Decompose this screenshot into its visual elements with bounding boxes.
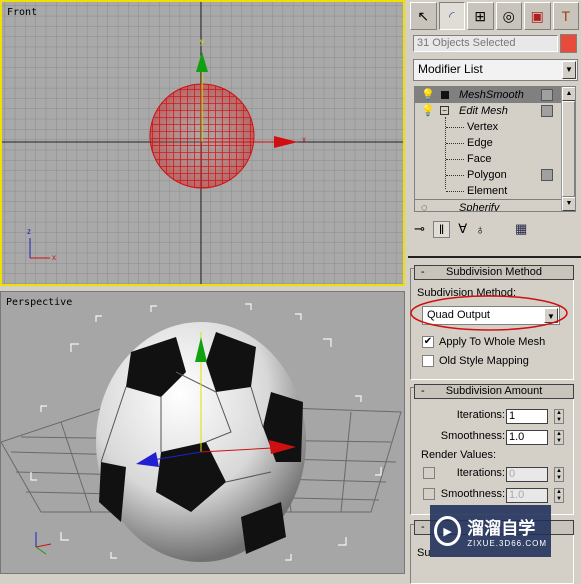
watermark: ▶ 溜溜自学 ZIXUE.3D66.COM [430,505,551,557]
old-style-mapping-label: Old Style Mapping [439,355,529,367]
render-smoothness-label: Smoothness: [440,488,505,500]
object-color-swatch[interactable] [560,34,577,53]
display-icon: ▣ [530,7,544,24]
expand-icon[interactable] [441,91,449,99]
subdivision-amount-header[interactable]: - Subdivision Amount [414,384,574,399]
stack-item-toggle[interactable] [541,105,553,117]
subdivision-method-header[interactable]: - Subdivision Method [414,265,574,280]
smoothness-input[interactable]: 1.0 [506,430,548,445]
apply-to-whole-mesh-checkbox[interactable]: ✔ [422,336,434,348]
divider [408,256,581,258]
rollout-title: Subdivision Amount [445,385,543,397]
subobject-edge[interactable]: Edge [415,135,561,151]
lightbulb-icon[interactable]: ◌ [421,200,428,211]
front-viewport[interactable]: x y x z Front [0,0,405,286]
stack-item-label: MeshSmooth [459,89,524,101]
subobject-face[interactable]: Face [415,151,561,167]
show-end-result-icon[interactable]: ‖ [432,220,451,238]
play-logo-icon: ▶ [434,516,462,546]
stack-item-label: Polygon [467,169,507,181]
modify-icon: ◜ [449,7,455,24]
render-smoothness-spinner[interactable]: ▲ ▼ [554,488,564,503]
smoothness-label: Smoothness: [440,430,505,442]
subobject-polygon[interactable]: Polygon [415,167,561,183]
create-icon: ↖ [417,7,430,24]
hammer-icon: T [561,8,571,24]
svg-text:z: z [27,227,31,236]
make-unique-icon[interactable]: ∀ [458,221,467,237]
lightbulb-icon[interactable]: 💡 [421,87,435,103]
stack-item-toggle[interactable] [541,89,553,101]
render-smoothness-checkbox[interactable] [423,488,435,500]
svg-text:x: x [52,253,56,262]
stack-toolbar: ⊸ ‖ ∀ ♁ ▦ [414,218,574,240]
highlight-ellipse [410,295,568,331]
chevron-down-icon: ▼ [562,61,576,79]
configure-modifier-sets-icon[interactable]: ▦ [515,221,527,237]
viewport-label[interactable]: Perspective [6,297,72,308]
iterations-input[interactable]: 1 [506,409,548,424]
motion-tab[interactable]: ◎ [495,2,522,30]
collapse-icon: - [421,385,425,397]
modify-tab[interactable]: ◜ [438,2,465,30]
stack-item-label: Edit Mesh [459,105,508,117]
stack-item-label: Face [467,153,492,165]
old-style-mapping-checkbox[interactable] [422,355,434,367]
gizmo-x-label: x [302,135,306,144]
stack-scrollbar[interactable]: ▲ ▼ [561,87,575,211]
subobject-vertex[interactable]: Vertex [415,119,561,135]
gizmo-y-label: y [200,37,204,46]
collapse-icon: - [421,521,425,533]
command-panel-tabs: ↖ ◜ ⊞ ◎ ▣ T [408,0,581,32]
viewport-label[interactable]: Front [7,7,37,18]
utilities-tab[interactable]: T [552,2,579,30]
render-iterations-spinner[interactable]: ▲ ▼ [554,467,564,482]
stack-item-toggle[interactable] [541,169,553,181]
stack-item-label: Spherify [459,202,500,212]
collapse-icon[interactable]: − [440,106,449,115]
iterations-spinner[interactable]: ▲ ▼ [554,409,564,424]
pin-stack-icon[interactable]: ⊸ [414,221,425,237]
watermark-name: 溜溜自学 [467,519,536,538]
stack-item-meshsmooth[interactable]: 💡 MeshSmooth [415,87,561,103]
render-iterations-checkbox[interactable] [423,467,435,479]
create-tab[interactable]: ↖ [410,2,437,30]
stack-item-label: Element [467,185,508,197]
stack-item-label: Edge [467,137,493,149]
front-grid: x y x z [2,2,403,284]
command-panel: ↖ ◜ ⊞ ◎ ▣ T 31 Objects Selected Modifier… [408,0,581,584]
apply-to-whole-mesh-label: Apply To Whole Mesh [439,336,546,348]
render-iterations-label: Iterations: [456,467,505,479]
stack-item-spherify[interactable]: ◌ Spherify [415,199,561,212]
smoothness-spinner[interactable]: ▲ ▼ [554,430,564,445]
perspective-scene [1,303,402,562]
hierarchy-tab[interactable]: ⊞ [467,2,494,30]
lightbulb-icon[interactable]: 💡 [421,103,435,119]
iterations-label: Iterations: [456,409,505,421]
hierarchy-icon: ⊞ [474,7,487,24]
axis-tripod [35,532,52,555]
render-values-label: Render Values: [421,449,497,461]
collapse-icon: - [421,266,425,278]
scroll-up-icon[interactable]: ▲ [562,87,575,101]
perspective-viewport[interactable]: Perspective [0,291,405,574]
partial-label: Su [417,547,431,559]
modifier-stack[interactable]: 💡 MeshSmooth 💡 − Edit Mesh Vertex Edge Face… [414,86,576,212]
scroll-thumb[interactable] [562,101,575,197]
render-iterations-input[interactable]: 0 [506,467,548,482]
stack-item-label: Vertex [467,121,499,133]
motion-icon: ◎ [502,7,515,24]
selection-name-field[interactable]: 31 Objects Selected [413,35,558,52]
scroll-down-icon[interactable]: ▼ [562,197,575,211]
render-smoothness-input[interactable]: 1.0 [506,488,548,503]
rollout-title: Subdivision Method [445,266,542,278]
stack-item-edit-mesh[interactable]: 💡 − Edit Mesh [415,103,561,119]
remove-modifier-icon[interactable]: ♁ [475,222,485,237]
modifier-list-dropdown[interactable]: Modifier List ▼ [413,59,578,81]
modifier-list-value: Modifier List [418,62,483,76]
display-tab[interactable]: ▣ [524,2,551,30]
watermark-url: ZIXUE.3D66.COM [467,539,547,548]
subobject-element[interactable]: Element [415,183,561,199]
